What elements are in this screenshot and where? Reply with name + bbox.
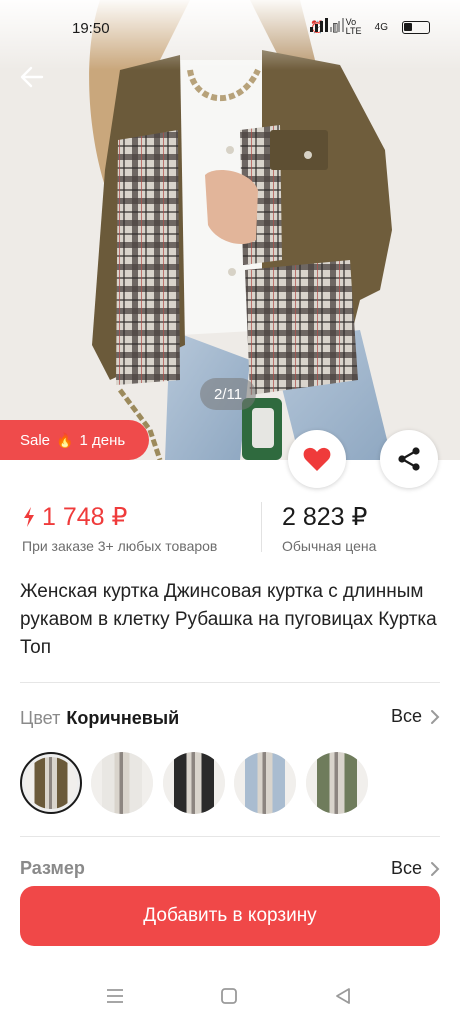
size-selector-header[interactable]: Размер Все [20, 858, 440, 878]
status-icons: ⏰ ▯ Vo LTE 4G [310, 18, 430, 36]
square-icon [221, 988, 237, 1004]
sale-label: Sale [20, 431, 51, 449]
chevron-right-icon [431, 861, 440, 876]
size-all-link[interactable]: Все [391, 858, 440, 878]
promo-caption: При заказе 3+ любых товаров [22, 538, 218, 554]
back-button[interactable] [20, 66, 54, 100]
favorite-button[interactable] [288, 430, 346, 488]
regular-price: 2 823 ₽ [282, 503, 368, 531]
color-swatch-white[interactable] [91, 752, 153, 814]
add-to-cart-button[interactable]: Добавить в корзину [20, 886, 440, 946]
nav-menu-button[interactable] [102, 984, 128, 1008]
nav-back-button[interactable] [330, 984, 356, 1008]
lightning-icon [24, 507, 34, 527]
nav-home-button[interactable] [216, 984, 242, 1008]
battery-icon [402, 20, 430, 34]
color-swatch-black[interactable] [163, 752, 225, 814]
product-image-gallery[interactable]: 19:50 ⏰ ▯ Vo LTE 4G 2/11 [0, 0, 460, 460]
color-selector-header: Цвет Коричневый Все [20, 706, 440, 730]
status-time: 19:50 [72, 20, 110, 37]
promo-price: 1 748 ₽ [42, 503, 128, 531]
volte-label: Vo LTE [345, 17, 362, 36]
divider [20, 836, 440, 837]
network-label: 4G [374, 21, 388, 33]
status-bar: 19:50 ⏰ ▯ Vo LTE 4G [0, 0, 460, 58]
sale-badge: Sale 🔥 1 день [0, 420, 150, 460]
color-swatches [20, 752, 440, 814]
color-all-label: Все [390, 706, 422, 726]
promo-price-block: 1 748 ₽ При заказе 3+ любых товаров [22, 502, 217, 554]
color-label: Цвет [20, 707, 61, 728]
color-all-link[interactable]: Все [391, 706, 440, 727]
fire-icon: 🔥 [56, 431, 74, 448]
price-divider [261, 502, 262, 552]
system-nav-bar [0, 970, 460, 1024]
size-all-label: Все [390, 858, 422, 878]
regular-caption: Обычная цена [282, 538, 377, 554]
sale-duration: 1 день [79, 431, 126, 449]
chevron-right-icon [431, 709, 440, 724]
product-title: Женская куртка Джинсовая куртка с длинны… [20, 581, 437, 658]
size-label: Размер [20, 858, 85, 878]
heart-icon [303, 447, 331, 471]
share-icon [398, 447, 420, 471]
menu-icon [107, 989, 123, 1003]
color-swatch-green[interactable] [306, 752, 368, 814]
price-block: 1 748 ₽ При заказе 3+ любых товаров 2 82… [0, 500, 460, 560]
image-counter: 2/11 [200, 378, 256, 410]
regular-price-block: 2 823 ₽ Обычная цена [282, 502, 376, 554]
color-selected-value: Коричневый [66, 707, 180, 728]
arrow-left-icon [20, 66, 44, 88]
divider [20, 682, 440, 683]
triangle-back-icon [336, 988, 350, 1004]
color-swatch-light-blue[interactable] [234, 752, 296, 814]
color-swatch-brown[interactable] [20, 752, 82, 814]
share-button[interactable] [380, 430, 438, 488]
